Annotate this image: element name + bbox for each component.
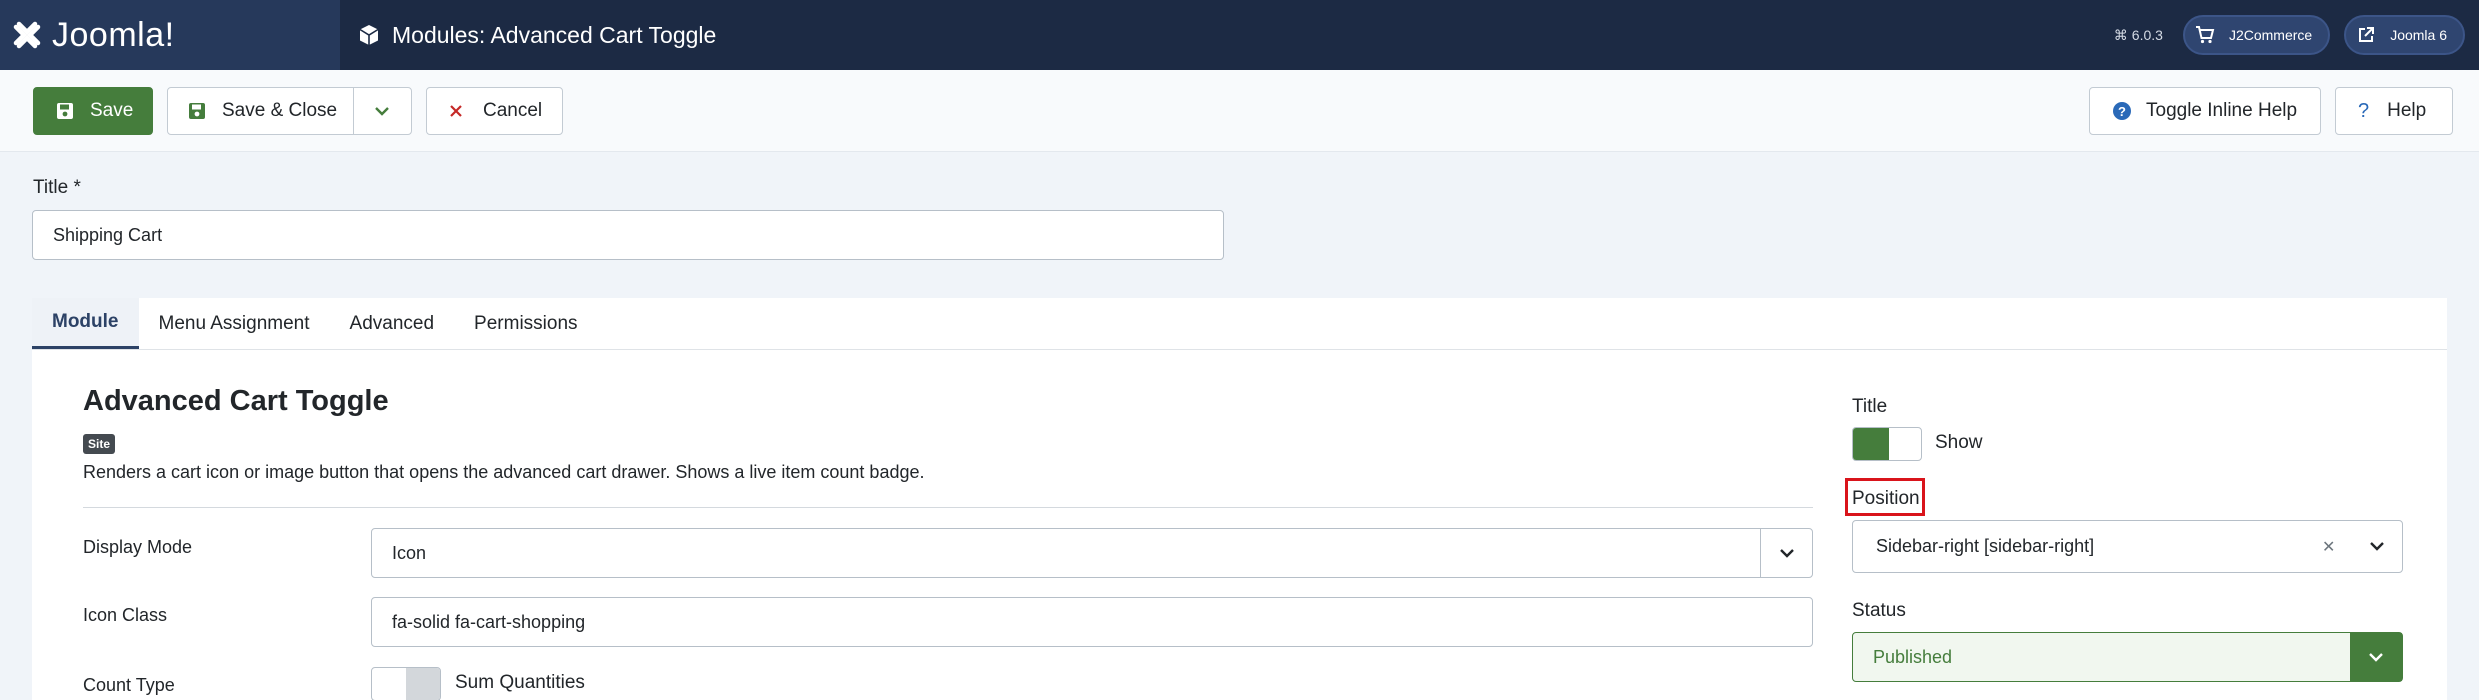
logo-text: Joomla! [52,15,175,54]
display-mode-label: Display Mode [83,537,193,557]
version-label: ⌘ 6.0.3 [2114,27,2163,44]
save-icon [189,103,205,119]
display-mode-select[interactable]: Icon [371,528,1813,578]
position-value: Sidebar-right [sidebar-right] [1876,536,2095,556]
chevron-down-icon [1760,529,1812,577]
joomla-small-icon: ⌘ [2113,26,2128,43]
svg-text:?: ? [2118,104,2126,119]
module-description: Renders a cart icon or image button that… [83,462,925,482]
toggle-inline-help-label: Toggle Inline Help [2146,100,2298,121]
status-value: Published [1873,646,1953,667]
position-select[interactable]: Sidebar-right [sidebar-right] ✕ [1852,520,2403,573]
count-type-toggle[interactable] [371,667,441,700]
close-icon [450,105,462,117]
title-show-toggle[interactable] [1852,427,1922,461]
help-label: Help [2387,100,2427,121]
title-show-label: Show [1935,432,1983,453]
question-icon: ? [2358,99,2370,122]
tab-advanced[interactable]: Advanced [330,298,455,349]
page-title: Modules: Advanced Cart Toggle [392,21,717,48]
save-button[interactable]: Save [33,87,153,135]
icon-class-input[interactable]: fa-solid fa-cart-shopping [371,597,1813,647]
title-label: Title * [33,177,81,198]
site-badge: Site [83,434,116,454]
tab-menu-assignment[interactable]: Menu Assignment [139,298,330,349]
joomla6-link[interactable]: Joomla 6 [2344,15,2465,55]
toolbar: Save Save & Close Cancel ? Toggle Inline… [0,70,2479,152]
cart-icon [2191,21,2219,49]
divider [83,507,1813,508]
display-mode-value: Icon [392,542,427,563]
module-title: Advanced Cart Toggle [83,385,389,417]
tab-module[interactable]: Module [32,298,139,349]
app-header: Joomla! Modules: Advanced Cart Toggle ⌘ … [0,0,2479,70]
joomla6-label: Joomla 6 [2390,27,2447,43]
version-text: 6.0.3 [2131,27,2163,43]
external-link-icon [2352,21,2380,49]
status-select[interactable]: Published [1852,632,2403,682]
toggle-knob [1853,428,1889,460]
title-input[interactable] [32,210,1224,260]
count-type-value: Sum Quantities [455,672,585,693]
chevron-down-icon[interactable] [371,100,393,122]
count-type-label: Count Type [83,675,175,695]
help-button[interactable]: ? Help [2335,87,2453,135]
j2commerce-label: J2Commerce [2228,27,2313,43]
save-label: Save [90,100,134,121]
joomla-logo[interactable]: Joomla! [0,0,340,70]
j2commerce-link[interactable]: J2Commerce [2182,15,2331,55]
icon-class-value: fa-solid fa-cart-shopping [392,611,586,632]
position-highlight [1845,478,1925,516]
toggle-knob [406,668,440,700]
save-close-button[interactable]: Save & Close [167,87,412,135]
cancel-label: Cancel [483,100,543,121]
cancel-button[interactable]: Cancel [426,87,563,135]
question-circle-icon: ? [2113,102,2131,120]
toggle-inline-help-button[interactable]: ? Toggle Inline Help [2089,87,2321,135]
status-label: Status [1852,600,1906,621]
sidebar-title-label: Title [1852,396,1888,417]
icon-class-label: Icon Class [83,605,168,625]
tab-bar: Module Menu Assignment Advanced Permissi… [32,298,2447,350]
cube-icon [359,25,379,45]
chevron-down-icon [2350,633,2402,681]
save-close-label: Save & Close [222,100,338,121]
tab-permissions[interactable]: Permissions [454,298,597,349]
save-icon [57,103,73,119]
clear-icon[interactable]: ✕ [2322,537,2335,557]
joomla-logo-icon [13,21,41,49]
chevron-down-icon [2370,542,2384,551]
